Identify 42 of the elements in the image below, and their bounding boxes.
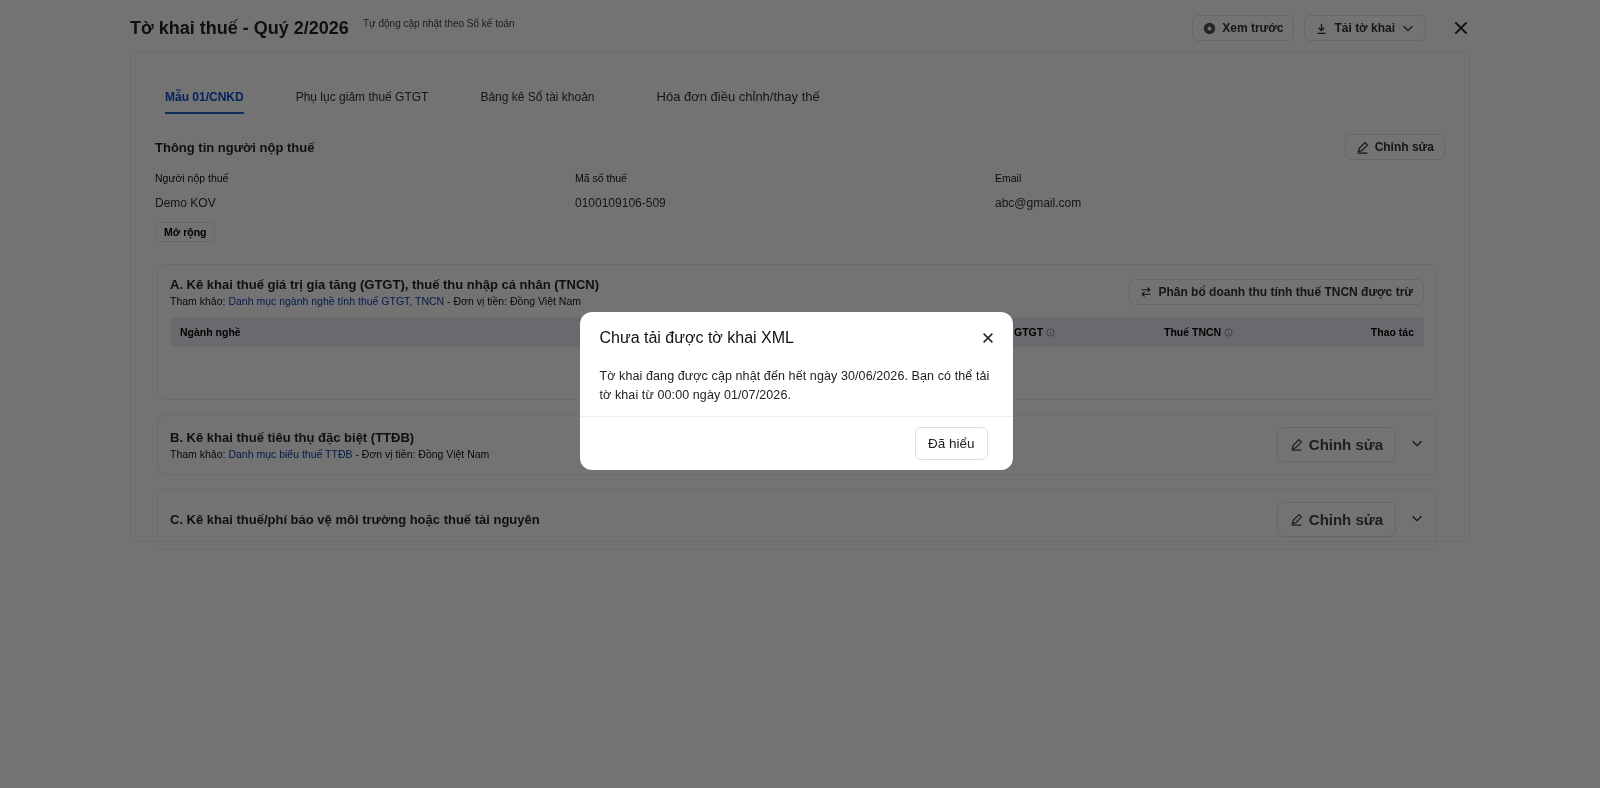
reference-link[interactable]: Danh mục biểu thuế TTĐB [228, 447, 353, 460]
info-icon [1046, 327, 1056, 337]
column-header: Ngành nghề [180, 326, 241, 338]
section-title: C. Kê khai thuế/phí bảo vệ môi trường hoặc thuế tài nguyên [170, 512, 540, 527]
section-title: A. Kê khai thuế giá trị gia tăng (GTGT), thuế thu nhập cá nhân (TNCN) [170, 277, 599, 292]
expand-button[interactable]: Mở rộng [155, 222, 216, 242]
page-title: Tờ khai thuế - Quý 2/2026 [130, 17, 349, 39]
edit-button[interactable]: Chỉnh sửa [1276, 502, 1396, 537]
field-label: Mã số thuế [575, 172, 628, 184]
close-icon[interactable] [980, 331, 995, 345]
reference-link[interactable]: Danh mục ngành nghề tính thuế GTGT, TNCN [228, 295, 445, 307]
info-icon [1224, 327, 1234, 337]
pencil-icon [1355, 140, 1369, 154]
edit-button[interactable]: Chỉnh sửa [1276, 427, 1396, 462]
download-icon [1315, 21, 1329, 35]
swap-icon [1140, 286, 1153, 298]
page-subtitle: Tự động cập nhật theo Sổ kế toán [362, 18, 515, 29]
section-title: B. Kê khai thuế tiêu thụ đặc biệt (TTĐB) [170, 429, 416, 445]
dialog-title: Chưa tải được tờ khai XML [599, 329, 795, 347]
field-value: abc@gmail.com [995, 196, 1083, 210]
tab[interactable]: Hóa đơn điều chỉnh/thay thế [656, 83, 820, 114]
field-value: 0100109106-509 [575, 196, 667, 210]
download-button[interactable]: Tải tờ khai [1304, 15, 1426, 41]
field-label: Email [995, 172, 1023, 184]
pencil-icon [1289, 438, 1303, 451]
column-header: Thuế TNCN [1164, 326, 1222, 338]
reference-note: Tham khảo: Danh mục biểu thuế TTĐB - Đơn vị tiền: Đồng Việt Nam [170, 447, 490, 460]
column-header: GTGT [1014, 326, 1044, 338]
tab[interactable]: Bảng kê Sổ tài khoản [480, 83, 595, 114]
confirm-button[interactable]: Đã hiểu [914, 427, 988, 460]
pencil-icon [1289, 513, 1303, 526]
reference-note: Tham khảo: Danh mục ngành nghề tính thuế GTGT, TNCN - Đơn vị tiền: Đồng Việt Nam [170, 295, 582, 307]
tab[interactable]: Mẫu 01/CNKD [165, 83, 244, 114]
section-title: Thông tin người nộp thuế [155, 139, 315, 155]
allocate-revenue-button[interactable]: Phân bổ doanh thu tính thuế TNCN được trừ [1129, 279, 1424, 305]
field-label: Người nộp thuế [155, 172, 230, 184]
dialog-message: Tờ khai đang được cập nhật đến hết ngày 30/06/2026. Bạn có thể tải tờ khai từ 00:00 ngày 01/07/2026. [579, 347, 1013, 417]
field-value: Demo KOV [155, 196, 217, 210]
tab[interactable]: Phụ lục giảm thuế GTGT [295, 83, 429, 114]
edit-button[interactable]: Chỉnh sửa [1344, 134, 1445, 160]
column-header: Thao tác [1370, 326, 1414, 338]
preview-button[interactable]: Xem trước [1192, 15, 1295, 41]
